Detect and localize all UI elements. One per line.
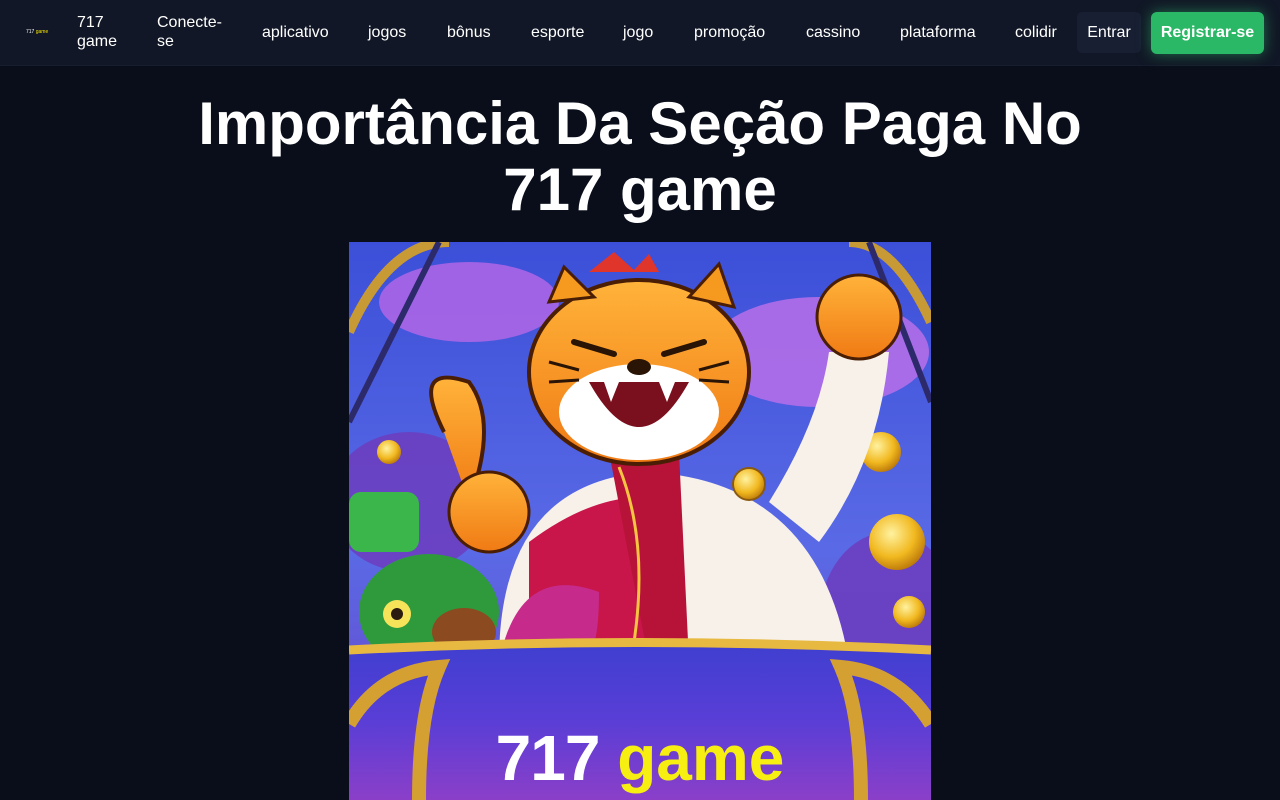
top-navbar: 717 game 717 game Conecte-se aplicativo … [0, 0, 1280, 66]
nav-link-jogo[interactable]: jogo [623, 23, 653, 42]
logo-word: game [35, 29, 49, 35]
login-button[interactable]: Entrar [1077, 12, 1141, 53]
register-button[interactable]: Registrar-se [1151, 12, 1264, 54]
nav-link-717-game[interactable]: 717 game [77, 13, 147, 51]
nav-link-bonus[interactable]: bônus [447, 23, 491, 42]
tiger-mascot-illustration [349, 242, 931, 800]
hero-caption-number: 717 [495, 722, 601, 794]
page-title: Importância Da Seção Paga No 717 game [198, 90, 1082, 223]
nav-link-conecte-se[interactable]: Conecte-se [157, 13, 227, 51]
hero-caption-word: game [617, 722, 785, 794]
hero-image: 717 game [349, 242, 931, 800]
nav-link-cassino[interactable]: cassino [806, 23, 860, 42]
nav-link-esporte[interactable]: esporte [531, 23, 584, 42]
hero-caption: 717 game [349, 720, 931, 796]
brand-logo[interactable]: 717 game [26, 27, 48, 37]
nav-link-promocao[interactable]: promoção [694, 23, 765, 42]
logo-number: 717 [26, 29, 35, 35]
nav-link-aplicativo[interactable]: aplicativo [262, 23, 329, 42]
nav-link-plataforma[interactable]: plataforma [900, 23, 976, 42]
nav-link-jogos[interactable]: jogos [368, 23, 406, 42]
nav-link-colidir[interactable]: colidir [1015, 23, 1057, 42]
